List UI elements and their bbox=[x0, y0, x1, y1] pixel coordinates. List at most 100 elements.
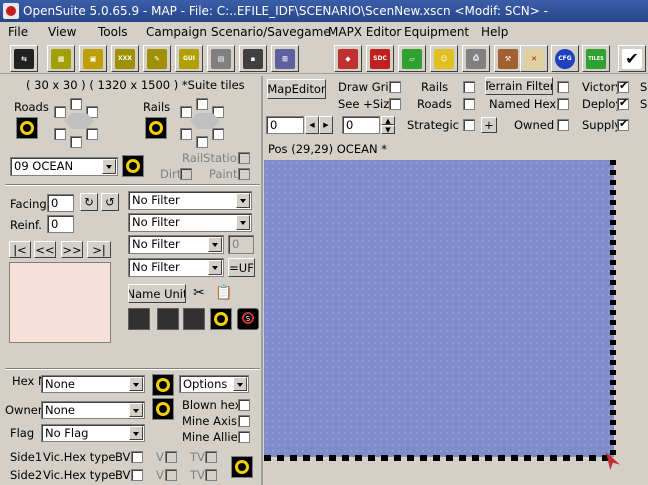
menu-tools[interactable]: Tools bbox=[98, 25, 128, 39]
sheet-button[interactable]: ▱ bbox=[398, 45, 426, 72]
filter-number[interactable]: 0 bbox=[228, 235, 254, 254]
nav-prev-button[interactable]: << bbox=[34, 241, 56, 258]
sdc-button[interactable]: SDC bbox=[366, 45, 394, 72]
owner-select[interactable]: None bbox=[41, 401, 145, 419]
rails-filter-checkbox[interactable] bbox=[463, 81, 475, 93]
road-top-checkbox[interactable] bbox=[70, 98, 82, 110]
railstation-checkbox[interactable] bbox=[238, 152, 250, 164]
save-button[interactable]: ▪ bbox=[239, 45, 267, 72]
eraser-button[interactable]: ◆ bbox=[334, 45, 362, 72]
menu-campaign[interactable]: Campaign bbox=[146, 25, 207, 39]
unit-s-icon[interactable]: S bbox=[237, 308, 259, 330]
paste-icon[interactable]: 📋 bbox=[215, 285, 232, 301]
supply-checkbox[interactable] bbox=[617, 117, 629, 131]
gui-button[interactable]: GUI bbox=[175, 45, 203, 72]
unit-tool-icon[interactable] bbox=[128, 308, 150, 330]
map-editor-button[interactable]: MapEditor bbox=[267, 79, 326, 99]
terrain-filter-button[interactable]: Terrain Filter bbox=[485, 77, 553, 95]
flag-select[interactable]: No Flag bbox=[41, 424, 145, 442]
grid-button[interactable]: ▦ bbox=[47, 45, 75, 72]
confirm-button[interactable]: ✔ bbox=[618, 45, 646, 72]
menu-help[interactable]: Help bbox=[481, 25, 508, 39]
rotate-ccw-button[interactable]: ↺ bbox=[101, 193, 119, 211]
rail-se-checkbox[interactable] bbox=[212, 128, 224, 140]
name-unit-button[interactable]: Name Unit bbox=[128, 284, 186, 303]
facing-field[interactable]: 0 bbox=[47, 194, 74, 212]
cfg-button[interactable]: CFG bbox=[551, 45, 579, 72]
mine-allied-checkbox[interactable] bbox=[238, 431, 250, 443]
side1-v-checkbox[interactable] bbox=[165, 451, 177, 463]
menu-file[interactable]: File bbox=[8, 25, 28, 39]
victory-checkbox[interactable] bbox=[617, 79, 629, 93]
filter-select-2[interactable]: No Filter bbox=[128, 213, 252, 232]
cut-icon[interactable]: ✂ bbox=[193, 285, 205, 301]
roads-icon[interactable] bbox=[16, 117, 38, 139]
side2-v-checkbox[interactable] bbox=[165, 469, 177, 481]
save-as-button[interactable]: ⊞ bbox=[271, 45, 299, 72]
road-bottom-checkbox[interactable] bbox=[70, 136, 82, 148]
menu-view[interactable]: View bbox=[48, 25, 76, 39]
spin2-down-button[interactable]: ▼ bbox=[381, 125, 395, 134]
filter-select-4[interactable]: No Filter bbox=[128, 258, 224, 277]
lock-icon[interactable] bbox=[231, 456, 253, 478]
filter-select-1[interactable]: No Filter bbox=[128, 191, 252, 210]
terrain-select[interactable]: 09 OCEAN bbox=[10, 157, 118, 176]
nav-first-button[interactable]: |< bbox=[9, 241, 31, 258]
spin1-left-button[interactable]: ◀ bbox=[305, 116, 319, 134]
unit-face-button[interactable]: ☺ bbox=[430, 45, 458, 72]
plus-button[interactable]: + bbox=[481, 117, 497, 133]
menu-mapx-editor[interactable]: MAPX Editor bbox=[328, 25, 401, 39]
options-select[interactable]: Options bbox=[179, 375, 249, 393]
edit-button[interactable]: ✎ bbox=[143, 45, 171, 72]
frame-button[interactable]: ▣ bbox=[79, 45, 107, 72]
no-tool-button[interactable]: ✕ bbox=[520, 45, 548, 72]
dirt-checkbox[interactable] bbox=[180, 168, 192, 180]
filter-select-3[interactable]: No Filter bbox=[128, 235, 224, 254]
side1-bv-checkbox[interactable] bbox=[131, 451, 143, 463]
paint-checkbox[interactable] bbox=[238, 168, 250, 180]
strategic-checkbox[interactable] bbox=[463, 119, 475, 131]
roads-filter-checkbox[interactable] bbox=[463, 98, 475, 110]
road-se-checkbox[interactable] bbox=[86, 128, 98, 140]
spin1-right-button[interactable]: ▶ bbox=[319, 116, 333, 134]
side2-tv-checkbox[interactable] bbox=[205, 469, 217, 481]
open-button[interactable]: ▤ bbox=[207, 45, 235, 72]
see-size-checkbox[interactable] bbox=[389, 98, 401, 110]
deploy-checkbox[interactable] bbox=[617, 96, 629, 110]
rail-sw-checkbox[interactable] bbox=[180, 128, 192, 140]
spin-field-2[interactable]: 0 bbox=[342, 116, 380, 134]
uf-button[interactable]: =UF bbox=[228, 258, 255, 277]
terrain-apply-icon[interactable] bbox=[122, 155, 144, 177]
tiles-button[interactable]: TILES bbox=[582, 45, 610, 72]
xxx-button[interactable]: XXX bbox=[111, 45, 139, 72]
spin2-up-button[interactable]: ▲ bbox=[381, 116, 395, 125]
unit-flag-icon[interactable] bbox=[157, 308, 179, 330]
map-button[interactable]: ⇆ bbox=[10, 45, 38, 72]
hexname-select[interactable]: None bbox=[41, 375, 145, 393]
map-canvas[interactable] bbox=[264, 160, 614, 457]
spin-field-1[interactable]: 0 bbox=[266, 116, 304, 134]
named-hex-checkbox[interactable] bbox=[557, 98, 569, 110]
road-s-checkbox[interactable] bbox=[54, 128, 66, 140]
owner-apply-icon[interactable] bbox=[152, 398, 174, 420]
terrain-filter-checkbox[interactable] bbox=[557, 81, 569, 93]
nav-next-button[interactable]: >> bbox=[61, 241, 83, 258]
rail-top-checkbox[interactable] bbox=[196, 98, 208, 110]
menu-equipment[interactable]: Equipment bbox=[404, 25, 469, 39]
road-n-checkbox[interactable] bbox=[54, 106, 66, 118]
owned-checkbox[interactable] bbox=[557, 119, 569, 131]
side2-bv-checkbox[interactable] bbox=[131, 469, 143, 481]
print-button[interactable]: ⎙ bbox=[462, 45, 490, 72]
mine-axis-checkbox[interactable] bbox=[238, 415, 250, 427]
reinf-field[interactable]: 0 bbox=[47, 215, 74, 233]
nav-last-button[interactable]: >| bbox=[87, 241, 111, 258]
draw-grid-checkbox[interactable] bbox=[389, 81, 401, 93]
unit-star-icon[interactable] bbox=[183, 308, 205, 330]
menu-scenario-savegame[interactable]: Scenario/Savegame bbox=[211, 25, 331, 39]
pick-button[interactable]: ⚒ bbox=[494, 45, 522, 72]
side1-tv-checkbox[interactable] bbox=[205, 451, 217, 463]
unit-hex-icon[interactable] bbox=[210, 308, 232, 330]
rotate-cw-button[interactable]: ↻ bbox=[80, 193, 98, 211]
hexname-apply-icon[interactable] bbox=[152, 374, 174, 396]
rail-bottom-checkbox[interactable] bbox=[196, 136, 208, 148]
